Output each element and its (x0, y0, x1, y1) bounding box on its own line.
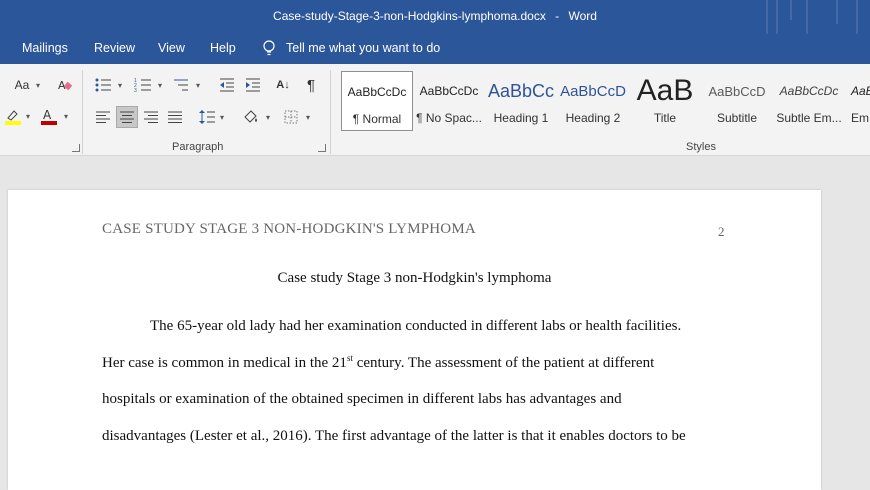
style-name: Em (851, 111, 869, 125)
style-name: ¶ Normal (352, 112, 402, 126)
style-preview: AaBbCcD (560, 82, 626, 100)
highlight-color-icon[interactable] (2, 105, 24, 127)
bullets-icon[interactable] (92, 74, 114, 96)
style-name: Subtitle (716, 111, 758, 125)
style-preview: AaB (636, 74, 694, 107)
change-case-button[interactable]: Aa (10, 74, 34, 96)
show-formatting-button[interactable]: ¶ (300, 74, 322, 96)
tab-mailings[interactable]: Mailings (22, 41, 68, 55)
numbering-icon[interactable]: 123 (132, 74, 154, 96)
change-case-label: Aa (14, 78, 30, 92)
shading-icon[interactable] (240, 106, 262, 128)
page-number: 2 (718, 224, 725, 239)
style-subtitle[interactable]: AaBbCcD Subtitle (701, 71, 773, 131)
chevron-down-icon[interactable]: ▾ (24, 105, 32, 127)
style-name: ¶ No Spac... (416, 111, 482, 125)
titlebar-decoration (776, 0, 778, 34)
style-title[interactable]: AaB Title (629, 71, 701, 131)
tell-me-search[interactable]: Tell me what you want to do (262, 40, 440, 56)
styles-group-label: Styles (686, 141, 716, 153)
document-page[interactable]: CASE STUDY STAGE 3 NON-HODGKIN'S LYMPHOM… (8, 190, 821, 490)
paragraph-line: The 65-year old lady had her examination… (150, 318, 682, 334)
tab-help[interactable]: Help (210, 41, 236, 55)
lightbulb-icon (263, 40, 275, 56)
chevron-down-icon[interactable]: ▾ (304, 106, 312, 128)
document-canvas: CASE STUDY STAGE 3 NON-HODGKIN'S LYMPHOM… (0, 157, 870, 490)
app-name: Word (568, 9, 597, 23)
tab-view[interactable]: View (158, 41, 185, 55)
document-name: Case-study-Stage-3-non-Hodgkins-lymphoma… (273, 9, 546, 23)
multilevel-list-icon[interactable] (170, 74, 192, 96)
justify-icon[interactable] (164, 106, 186, 128)
chevron-down-icon[interactable]: ▾ (116, 74, 124, 96)
align-left-icon[interactable] (92, 106, 114, 128)
increase-indent-icon[interactable] (242, 74, 264, 96)
text-run: Her case is common in medical in the 21 (102, 355, 347, 371)
clear-formatting-icon[interactable]: A (54, 74, 76, 96)
title-bar: Case-study-Stage-3-non-Hodgkins-lymphoma… (0, 0, 870, 34)
paragraph-line: Her case is common in medical in the 21s… (102, 354, 655, 372)
chevron-down-icon[interactable]: ▾ (156, 74, 164, 96)
chevron-down-icon[interactable]: ▾ (264, 106, 272, 128)
chevron-down-icon[interactable]: ▾ (194, 74, 202, 96)
style-name: Subtle Em... (776, 111, 842, 125)
font-dialog-launcher[interactable] (72, 144, 80, 152)
titlebar-decoration (766, 0, 768, 34)
style-preview: AaBbCcDc (419, 84, 479, 98)
style-no-spacing[interactable]: AaBbCcDc ¶ No Spac... (413, 71, 485, 131)
style-name: Heading 2 (565, 111, 621, 125)
align-right-icon[interactable] (140, 106, 162, 128)
line-spacing-icon[interactable] (196, 106, 218, 128)
decrease-indent-icon[interactable] (216, 74, 238, 96)
chevron-down-icon[interactable]: ▾ (34, 74, 42, 96)
svg-text:A: A (43, 108, 52, 122)
style-subtle-emphasis[interactable]: AaBbCcDc Subtle Em... (773, 71, 845, 131)
titlebar-decoration (856, 0, 858, 34)
titlebar-decoration (806, 0, 808, 34)
style-name: Heading 1 (493, 111, 549, 125)
sort-button[interactable]: A↓ (272, 74, 294, 96)
text-run: century. The assessment of the patient a… (352, 355, 655, 371)
font-color-icon[interactable]: A (38, 105, 60, 127)
paragraph-group-label: Paragraph (172, 141, 224, 153)
titlebar-decoration (836, 0, 838, 24)
sort-icon: A↓ (276, 79, 290, 91)
style-name: Title (653, 111, 677, 125)
style-preview: AaBbCcDc (851, 84, 870, 98)
chevron-down-icon[interactable]: ▾ (218, 106, 226, 128)
style-preview: AaBbCcDc (347, 85, 407, 99)
style-emphasis[interactable]: AaBbCcDc Em (845, 71, 870, 131)
style-heading-1[interactable]: AaBbCc Heading 1 (485, 71, 557, 131)
style-preview: AaBbCcDc (779, 84, 839, 98)
titlebar-decoration (790, 0, 792, 20)
style-heading-2[interactable]: AaBbCcD Heading 2 (557, 71, 629, 131)
style-normal[interactable]: AaBbCcDc ¶ Normal (341, 71, 413, 131)
paragraph-line: disadvantages (Lester et al., 2016). The… (102, 428, 686, 444)
group-separator (82, 70, 83, 154)
ribbon-body: Aa ▾ A ▾ A ▾ ▾ 123 ▾ ▾ A↓ ¶ ▾ ▾ ▾ Paragr… (0, 64, 870, 156)
running-header: CASE STUDY STAGE 3 NON-HODGKIN'S LYMPHOM… (102, 221, 476, 237)
pilcrow-icon: ¶ (306, 76, 316, 94)
tab-review[interactable]: Review (94, 41, 135, 55)
ribbon-tabs: Mailings Review View Help Tell me what y… (0, 34, 870, 64)
window-title: Case-study-Stage-3-non-Hodgkins-lymphoma… (0, 9, 870, 23)
styles-gallery: AaBbCcDc ¶ Normal AaBbCcDc ¶ No Spac... … (340, 71, 870, 131)
group-separator (330, 70, 331, 154)
title-separator: - (555, 9, 560, 23)
svg-text:3: 3 (134, 88, 137, 93)
paragraph-line: hospitals or examination of the obtained… (102, 391, 622, 407)
paragraph-dialog-launcher[interactable] (318, 144, 326, 152)
document-title: Case study Stage 3 non-Hodgkin's lymphom… (277, 270, 552, 286)
chevron-down-icon[interactable]: ▾ (62, 105, 70, 127)
style-preview: AaBbCcD (708, 83, 766, 99)
tell-me-label: Tell me what you want to do (286, 41, 441, 55)
style-preview: AaBbCc (487, 80, 555, 101)
align-center-icon[interactable] (116, 106, 138, 128)
borders-icon[interactable] (280, 106, 302, 128)
